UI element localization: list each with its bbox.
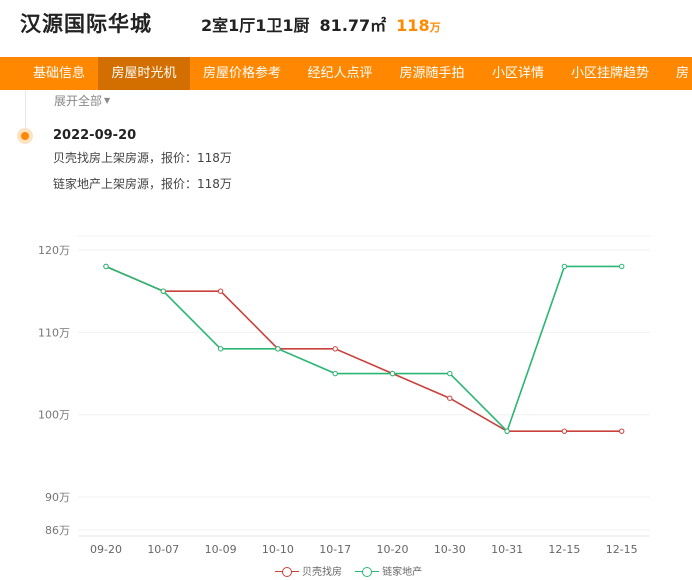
x-tick-label: 09-20 bbox=[90, 543, 122, 556]
y-tick-label: 90万 bbox=[45, 491, 70, 504]
data-point-0 bbox=[332, 346, 338, 352]
data-point-1 bbox=[160, 288, 167, 294]
chart-legend: 贝壳找房 链家地产 bbox=[275, 563, 432, 578]
x-tick-label: 10-09 bbox=[205, 543, 237, 556]
y-tick-label: 86万 bbox=[45, 524, 70, 537]
data-point-1 bbox=[103, 263, 109, 270]
nav-tab-time-machine[interactable]: 房屋时光机 bbox=[98, 57, 190, 90]
legend-label-beike: 贝壳找房 bbox=[302, 567, 342, 578]
listing-price: 118 bbox=[396, 16, 430, 35]
listing-header: 汉源国际华城 2室1厅1卫1厨 81.77㎡ 118万 bbox=[0, 0, 692, 56]
nav-tab-basic-info[interactable]: 基础信息 bbox=[20, 57, 98, 90]
price-unit: 万 bbox=[429, 21, 441, 34]
data-point-1 bbox=[275, 346, 281, 352]
y-tick-label: 120万 bbox=[38, 244, 70, 257]
data-point-1 bbox=[619, 263, 625, 270]
caret-down-icon: ▼ bbox=[104, 96, 111, 105]
x-tick-label: 10-17 bbox=[319, 543, 351, 556]
legend-item-beike[interactable]: 贝壳找房 bbox=[275, 563, 342, 578]
x-tick-label: 12-15 bbox=[606, 543, 638, 556]
event-date: 2022-09-20 bbox=[53, 128, 137, 143]
y-tick-label: 100万 bbox=[38, 409, 70, 422]
x-tick-label: 12-15 bbox=[548, 543, 580, 556]
x-tick-label: 10-20 bbox=[377, 543, 409, 556]
data-point-0 bbox=[619, 428, 625, 434]
legend-swatch-beike bbox=[275, 566, 299, 577]
x-tick-label: 10-10 bbox=[262, 543, 294, 556]
listing-specs: 2室1厅1卫1厨 81.77㎡ 118万 bbox=[201, 12, 441, 36]
x-tick-label: 10-07 bbox=[147, 543, 179, 556]
data-point-1 bbox=[389, 370, 396, 377]
data-point-1 bbox=[447, 370, 453, 377]
nav-tab-agent-review[interactable]: 经纪人点评 bbox=[294, 57, 386, 90]
nav-tab-photos[interactable]: 房源随手拍 bbox=[386, 57, 478, 90]
nav-tab-truncated[interactable]: 房 bbox=[662, 57, 692, 90]
x-tick-label: 10-31 bbox=[491, 543, 523, 556]
data-point-0 bbox=[217, 288, 224, 294]
expand-all-label: 展开全部 bbox=[54, 94, 103, 108]
data-point-1 bbox=[504, 428, 510, 434]
data-point-0 bbox=[447, 395, 453, 401]
data-point-1 bbox=[332, 370, 338, 377]
series-line-0 bbox=[105, 265, 622, 432]
nav-tab-listing-trend[interactable]: 小区挂牌趋势 bbox=[558, 57, 662, 90]
room-layout: 2室1厅1卫1厨 bbox=[201, 16, 310, 35]
price-trend-chart: 86万 90万 100万 110万 120万 09-20 10-07 10-09 10-10 10… bbox=[38, 235, 650, 556]
y-tick-label: 110万 bbox=[38, 326, 70, 339]
legend-item-lianjia[interactable]: 链家地产 bbox=[355, 563, 422, 578]
data-point-1 bbox=[561, 263, 568, 270]
data-point-0 bbox=[561, 428, 568, 434]
legend-swatch-lianjia bbox=[355, 566, 380, 577]
event-line-lianjia: 链家地产上架房源，报价：118万 bbox=[53, 177, 232, 191]
data-point-1 bbox=[217, 346, 224, 352]
nav-tab-price-reference[interactable]: 房屋价格参考 bbox=[190, 57, 294, 90]
floor-area: 81.77㎡ bbox=[319, 16, 387, 35]
nav-tab-community-details[interactable]: 小区详情 bbox=[478, 57, 558, 90]
community-title: 汉源国际华城 bbox=[20, 12, 152, 36]
section-nav: 基础信息 房屋时光机 房屋价格参考 经纪人点评 房源随手拍 小区详情 小区挂牌趋… bbox=[0, 57, 692, 90]
expand-all-toggle[interactable]: 展开全部 ▼ bbox=[54, 92, 110, 109]
x-tick-label: 10-30 bbox=[434, 543, 466, 556]
legend-label-lianjia: 链家地产 bbox=[382, 567, 423, 578]
timeline-dot-center bbox=[21, 132, 29, 140]
event-line-beike: 贝壳找房上架房源，报价：118万 bbox=[53, 151, 232, 165]
timeline-connector bbox=[25, 90, 26, 128]
